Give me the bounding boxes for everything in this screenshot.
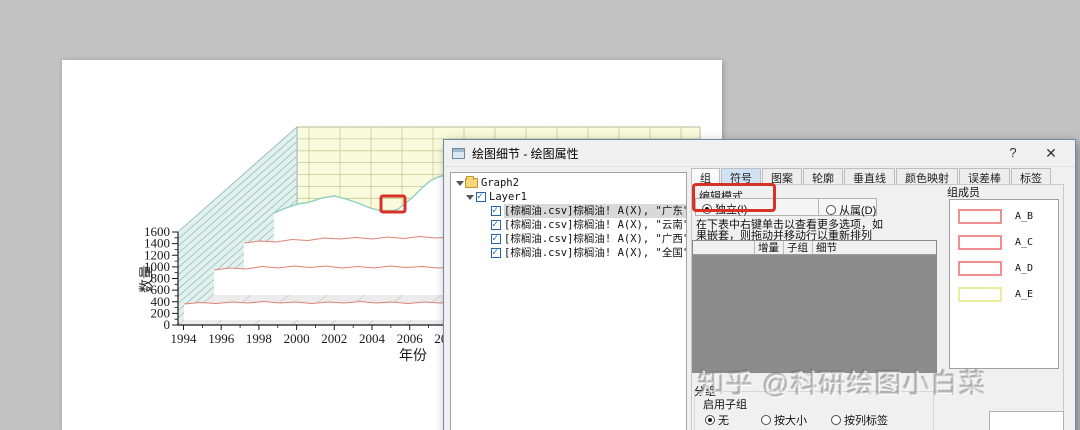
group-members-label: 组成员 bbox=[947, 187, 980, 199]
tab-errorbar[interactable]: 误差棒 bbox=[959, 168, 1010, 185]
tree-node-label: Layer1 bbox=[489, 191, 527, 203]
member-row[interactable]: A_D bbox=[950, 259, 1058, 277]
dialog-window-icon bbox=[452, 147, 465, 159]
checkbox-checked[interactable] bbox=[476, 190, 486, 204]
table-header-row: 增量 子组 细节 bbox=[693, 241, 936, 255]
member-name: A_B bbox=[1015, 210, 1034, 222]
member-line-swatch bbox=[958, 260, 1002, 276]
member-line-swatch bbox=[958, 286, 1002, 302]
radio-selected-icon[interactable] bbox=[705, 415, 715, 425]
enable-subgroup-label: 启用子组 bbox=[703, 399, 747, 411]
x-tick: 1998 bbox=[246, 331, 272, 346]
group-settings-table[interactable]: 增量 子组 细节 bbox=[692, 240, 937, 373]
radio-unselected-icon[interactable] bbox=[826, 205, 836, 215]
close-icon[interactable]: ✕ bbox=[1036, 142, 1066, 164]
checkbox-checked[interactable] bbox=[491, 246, 501, 260]
tab-pattern[interactable]: 图案 bbox=[762, 168, 802, 185]
radio-subgroup-by-size[interactable]: 按大小 bbox=[761, 412, 807, 428]
tab-dropline[interactable]: 垂直线 bbox=[844, 168, 895, 185]
tree-node-label: Graph2 bbox=[481, 177, 519, 189]
x-tick: 2004 bbox=[359, 331, 386, 346]
member-name: A_C bbox=[1015, 236, 1034, 248]
layer-tree-panel: Graph2 Layer1 [棕榈油.csv]棕榈油! A(X), "广东"(Y… bbox=[450, 172, 687, 430]
radio-unselected-icon[interactable] bbox=[761, 415, 771, 425]
member-row[interactable]: A_B bbox=[950, 207, 1058, 225]
x-tick: 1994 bbox=[171, 331, 198, 346]
chevron-down-icon[interactable] bbox=[465, 193, 474, 202]
x-tick: 1996 bbox=[208, 331, 235, 346]
radio-subgroup-by-column-label[interactable]: 按列标签 bbox=[831, 412, 888, 428]
bottom-right-panel bbox=[989, 411, 1064, 430]
tree-node-layer[interactable]: Layer1 bbox=[451, 190, 686, 204]
dialog-title: 绘图细节 - 绘图属性 bbox=[472, 146, 579, 161]
tree-dataset-row[interactable]: [棕榈油.csv]棕榈油! A(X), "云南"(Y) [1* bbox=[451, 218, 686, 232]
dataset-label: [棕榈油.csv]棕榈油! A(X), "广东"(Y) [1* bbox=[504, 204, 686, 218]
radio-subgroup-none[interactable]: 无 bbox=[705, 412, 729, 428]
x-tick: 2006 bbox=[397, 331, 424, 346]
tab-group[interactable]: 组 bbox=[691, 168, 720, 185]
member-name: A_E bbox=[1015, 288, 1034, 300]
desktop: 1600 1400 1200 1000 800 600 400 200 0 数量… bbox=[0, 0, 1080, 430]
y-axis: 1600 1400 1200 1000 800 600 400 200 0 数量 bbox=[139, 224, 179, 332]
tab-symbol[interactable]: 符号 bbox=[721, 168, 761, 185]
member-name: A_D bbox=[1015, 262, 1034, 274]
dataset-label: [棕榈油.csv]棕榈油! A(X), "全国"(Y) [1* bbox=[504, 247, 686, 259]
member-row[interactable]: A_C bbox=[950, 233, 1058, 251]
tab-outline[interactable]: 轮廓 bbox=[803, 168, 843, 185]
x-tick: 2002 bbox=[321, 331, 347, 346]
table-header-subgroup: 子组 bbox=[784, 241, 813, 254]
dataset-label: [棕榈油.csv]棕榈油! A(X), "云南"(Y) [1* bbox=[504, 219, 686, 231]
plot-details-dialog: 绘图细节 - 绘图属性 ? ✕ Graph2 Layer1 [棕榈油.csv]棕… bbox=[443, 139, 1076, 430]
grouping-groupbox: 启用子组 无 按大小 按列标签 bbox=[694, 391, 934, 430]
dialog-titlebar[interactable]: 绘图细节 - 绘图属性 ? ✕ bbox=[444, 140, 1075, 167]
dialog-red-annotation bbox=[692, 183, 776, 212]
tab-colormap[interactable]: 颜色映射 bbox=[896, 168, 958, 185]
chevron-down-icon[interactable] bbox=[455, 179, 464, 188]
x-tick: 2000 bbox=[284, 331, 310, 346]
radio-unselected-icon[interactable] bbox=[831, 415, 841, 425]
tree-dataset-row[interactable]: [棕榈油.csv]棕榈油! A(X), "全国"(Y) [1* bbox=[451, 246, 686, 260]
table-header-increment: 增量 bbox=[755, 241, 784, 254]
property-tabs: 组 符号 图案 轮廓 垂直线 颜色映射 误差棒 标签 bbox=[691, 168, 1052, 185]
member-line-swatch bbox=[958, 208, 1002, 224]
dataset-label: [棕榈油.csv]棕榈油! A(X), "广西"(Y) [1* bbox=[504, 233, 686, 245]
checkbox-checked[interactable] bbox=[491, 232, 501, 246]
table-header-details: 细节 bbox=[816, 242, 837, 254]
member-row[interactable]: A_E bbox=[950, 285, 1058, 303]
tab-label[interactable]: 标签 bbox=[1011, 168, 1051, 185]
tree-dataset-row[interactable]: [棕榈油.csv]棕榈油! A(X), "广东"(Y) [1* bbox=[451, 204, 686, 218]
tree-dataset-row[interactable]: [棕榈油.csv]棕榈油! A(X), "广西"(Y) [1* bbox=[451, 232, 686, 246]
help-button[interactable]: ? bbox=[998, 142, 1028, 164]
tree-node-graph[interactable]: Graph2 bbox=[451, 176, 686, 190]
table-header-blank bbox=[693, 241, 755, 254]
y-tick: 0 bbox=[164, 317, 171, 332]
checkbox-checked[interactable] bbox=[491, 218, 501, 232]
checkbox-checked[interactable] bbox=[491, 204, 501, 218]
member-line-swatch bbox=[958, 234, 1002, 250]
y-axis-title: 数量 bbox=[139, 265, 155, 293]
x-axis-title: 年份 bbox=[399, 348, 427, 364]
group-members-list: A_B A_C A_D A_E bbox=[949, 199, 1059, 369]
folder-icon bbox=[465, 176, 478, 188]
